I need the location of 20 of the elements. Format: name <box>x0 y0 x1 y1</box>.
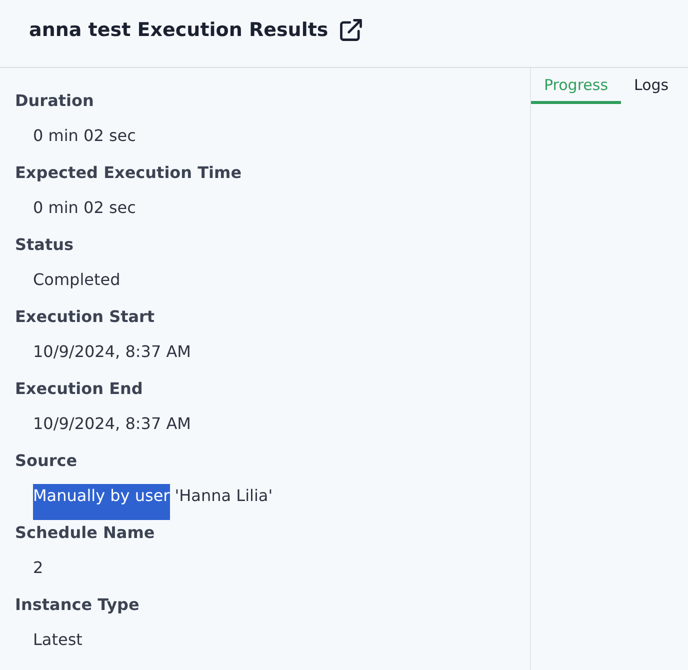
field-label: Execution End <box>15 378 144 400</box>
field-label: Instance Type <box>15 594 140 616</box>
field-label: Status <box>15 234 75 256</box>
tab[interactable]: Logs <box>621 68 682 104</box>
external-link-icon[interactable] <box>338 16 364 42</box>
field-value: 0 min 02 sec <box>33 197 136 219</box>
page-title: anna test Execution Results <box>29 18 328 40</box>
field-label: Source <box>15 450 78 472</box>
field-value: 'Hanna Lilia' <box>174 485 273 507</box>
field-value: 0 min 02 sec <box>33 125 136 147</box>
field-label: Duration <box>15 90 95 112</box>
field-value: 10/9/2024, 8:37 AM <box>33 413 191 435</box>
selected-text: Manually by user <box>33 484 170 520</box>
field-value: 2 <box>33 557 44 579</box>
field-value: Completed <box>33 269 120 291</box>
field-label: Expected Execution Time <box>15 162 243 184</box>
field-value: Latest <box>33 629 82 651</box>
field-label: Execution Start <box>15 306 156 328</box>
field-label: Schedule Name <box>15 522 156 544</box>
field-value: 10/9/2024, 8:37 AM <box>33 341 191 363</box>
